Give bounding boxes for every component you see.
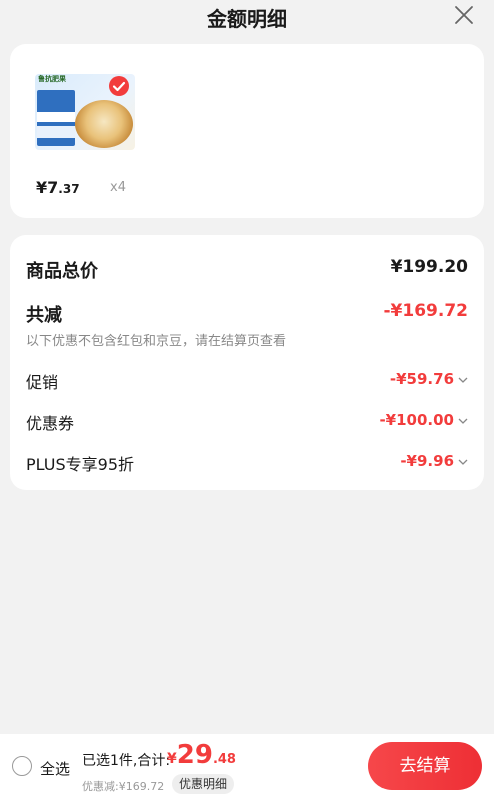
package-band — [37, 112, 75, 122]
product-price: ¥7.37 — [36, 178, 80, 197]
total-reduction-label: 共减 — [26, 305, 62, 326]
product-card: 鲁抗肥果 ¥7.37 x4 — [10, 44, 484, 218]
chevron-down-icon — [458, 458, 468, 466]
total-amount: ¥29.48 — [167, 740, 236, 770]
chevron-down-icon — [458, 376, 468, 384]
package-band-lower — [37, 126, 75, 138]
reduction-note: 以下优惠不包含红包和京豆，请在结算页查看 — [26, 334, 287, 349]
product-image[interactable]: 鲁抗肥果 — [35, 66, 137, 188]
product-dish-graphic — [75, 100, 133, 148]
coupon-value: -¥100.00 — [379, 411, 454, 429]
selected-count-text: 已选1件,合计: — [82, 753, 171, 769]
close-button[interactable] — [452, 3, 476, 27]
close-icon — [455, 6, 473, 24]
plus-discount-value: -¥9.96 — [400, 452, 454, 470]
total-decimal: .48 — [212, 752, 236, 767]
checkout-bar: 全选 已选1件,合计: ¥29.48 优惠减:¥169.72 优惠明细 去结算 — [0, 734, 494, 800]
promotion-value: -¥59.76 — [389, 370, 454, 388]
plus-discount-label: PLUS专享95折 — [26, 455, 134, 474]
coupon-label: 优惠券 — [26, 414, 75, 433]
selected-check-icon — [109, 76, 129, 96]
price-summary-card: 商品总价 ¥199.20 共减 -¥169.72 以下优惠不包含红包和京豆，请在… — [10, 235, 484, 490]
total-price-label: 商品总价 — [26, 261, 98, 282]
promotion-value-group: -¥59.76 — [390, 369, 468, 388]
chevron-down-icon — [458, 417, 468, 425]
discount-detail-button[interactable]: 优惠明细 — [172, 774, 235, 794]
plus-discount-value-group: -¥9.96 — [400, 451, 468, 470]
promotion-label: 促销 — [26, 373, 59, 392]
product-brand-text: 鲁抗肥果 — [38, 75, 66, 83]
product-price-currency: ¥ — [36, 178, 48, 197]
total-integer: 29 — [176, 740, 213, 770]
total-reduction-value: -¥169.72 — [383, 301, 469, 321]
product-image-box: 鲁抗肥果 — [35, 74, 135, 150]
select-all-label[interactable]: 全选 — [40, 758, 70, 779]
discount-summary: 优惠减:¥169.72 — [82, 780, 165, 793]
total-currency: ¥ — [167, 751, 177, 767]
product-quantity: x4 — [110, 180, 126, 195]
header: 金额明细 — [0, 0, 494, 36]
product-price-integer: 7 — [47, 178, 59, 197]
coupon-value-group: -¥100.00 — [379, 410, 468, 429]
select-all-radio[interactable] — [12, 756, 32, 776]
checkout-button[interactable]: 去结算 — [368, 742, 482, 790]
page-title: 金额明细 — [207, 7, 287, 31]
product-price-decimal: .37 — [58, 182, 80, 196]
total-price-value: ¥199.20 — [390, 257, 468, 277]
product-package-graphic — [37, 90, 75, 146]
